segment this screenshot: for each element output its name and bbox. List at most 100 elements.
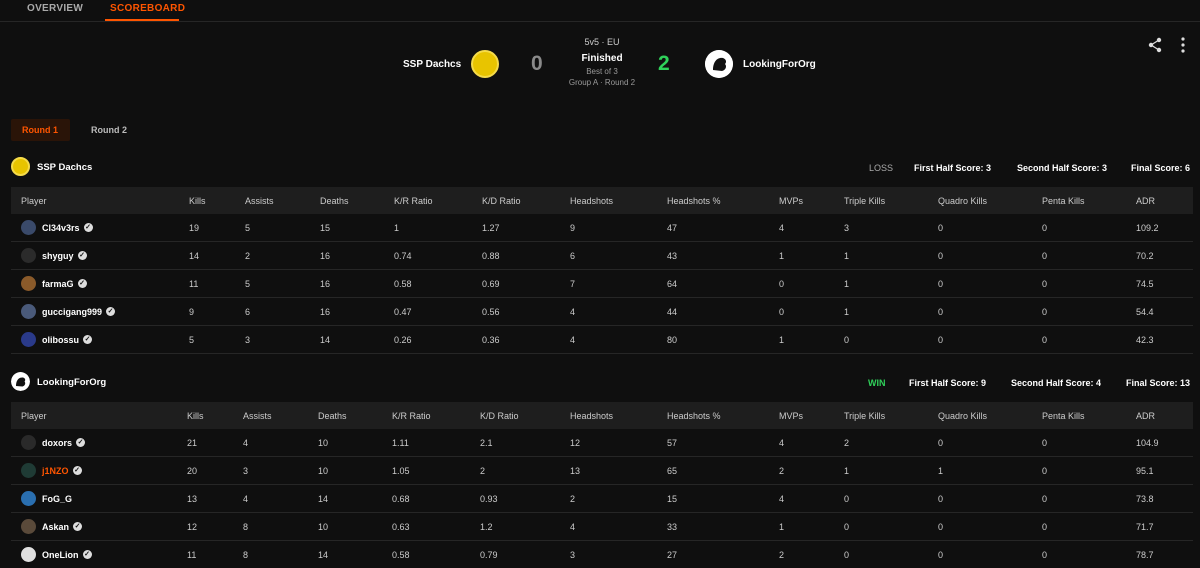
team2-score: 2 — [658, 52, 670, 75]
avatar[interactable] — [21, 519, 36, 534]
team1-stats-table: Player Kills Assists Deaths K/R Ratio K/… — [11, 187, 1193, 354]
stat-cell: 0.36 — [482, 334, 500, 345]
column-header[interactable]: ADR — [1126, 187, 1193, 214]
column-header[interactable]: Headshots — [560, 402, 657, 429]
player-name[interactable]: doxors — [42, 438, 72, 448]
column-header[interactable]: Penta Kills — [1032, 402, 1126, 429]
stat-cell: 0.88 — [482, 250, 500, 261]
stat-cell: 0.63 — [392, 521, 410, 532]
player-cell: Askan ✓ — [11, 513, 177, 540]
column-header[interactable]: Player — [11, 402, 177, 429]
player-name[interactable]: OneLion — [42, 550, 79, 560]
match-stage: Group A · Round 2 — [568, 78, 636, 87]
team2-title[interactable]: LookingForOrg — [37, 377, 106, 388]
player-name[interactable]: j1NZO — [42, 466, 69, 476]
player-name[interactable]: shyguy — [42, 251, 74, 261]
stat-cell: 4 — [243, 437, 249, 448]
column-header[interactable]: K/D Ratio — [472, 187, 560, 214]
player-name[interactable]: Askan — [42, 522, 69, 532]
tab-round-1[interactable]: Round 1 — [11, 119, 70, 141]
stat-cell: 1.2 — [480, 521, 493, 532]
table-row: guccigang999 ✓ 9 6 16 0.47 0.56 4 44 0 1 0 0 54.4 — [11, 298, 1193, 326]
avatar[interactable] — [21, 491, 36, 506]
team1-score: 0 — [531, 52, 543, 75]
player-name[interactable]: FoG_G — [42, 494, 72, 504]
column-header[interactable]: Quadro Kills — [928, 187, 1032, 214]
stat-cell: 80 — [667, 334, 678, 345]
team1-name[interactable]: SSP Dachcs — [403, 59, 461, 70]
column-header[interactable]: MVPs — [769, 402, 834, 429]
avatar[interactable] — [21, 248, 36, 263]
stat-cell: 1 — [844, 250, 850, 261]
column-header[interactable]: Kills — [177, 402, 233, 429]
stat-cell: 0.58 — [394, 278, 412, 289]
column-header[interactable]: ADR — [1126, 402, 1193, 429]
team2-header: LookingForOrg WIN First Half Score: 9 Se… — [0, 372, 1200, 392]
avatar[interactable] — [21, 463, 36, 478]
column-header[interactable]: Deaths — [310, 187, 384, 214]
tab-overview[interactable]: OVERVIEW — [27, 3, 83, 14]
stat-cell: 5 — [245, 278, 251, 289]
column-header[interactable]: Deaths — [308, 402, 382, 429]
stat-cell: 1.27 — [482, 222, 500, 233]
share-icon[interactable] — [1146, 36, 1164, 54]
stat-cell: 4 — [570, 306, 576, 317]
avatar[interactable] — [21, 276, 36, 291]
stat-cell: 0 — [1042, 334, 1048, 345]
stat-cell: 12 — [570, 437, 581, 448]
avatar[interactable] — [21, 332, 36, 347]
stat-cell: 71.7 — [1136, 521, 1154, 532]
tab-scoreboard[interactable]: SCOREBOARD — [110, 3, 185, 14]
column-header[interactable]: Headshots % — [657, 402, 769, 429]
column-header[interactable]: Penta Kills — [1032, 187, 1126, 214]
player-cell: j1NZO ✓ — [11, 457, 177, 484]
avatar[interactable] — [21, 547, 36, 562]
player-name[interactable]: guccigang999 — [42, 307, 102, 317]
stat-cell: 11 — [189, 278, 199, 289]
column-header[interactable]: MVPs — [769, 187, 834, 214]
stat-cell: 1 — [844, 465, 850, 476]
stat-cell: 0 — [844, 334, 850, 345]
team2-logo[interactable] — [705, 50, 733, 78]
column-header[interactable]: Triple Kills — [834, 402, 928, 429]
active-tab-indicator — [105, 19, 179, 21]
match-format: 5v5 · EU — [584, 37, 620, 47]
column-header[interactable]: Headshots % — [657, 187, 769, 214]
avatar[interactable] — [21, 220, 36, 235]
column-header[interactable]: K/R Ratio — [382, 402, 470, 429]
avatar[interactable] — [21, 304, 36, 319]
column-header[interactable]: Assists — [233, 402, 308, 429]
stat-cell: 9 — [189, 306, 195, 317]
column-header[interactable]: Quadro Kills — [928, 402, 1032, 429]
avatar[interactable] — [21, 435, 36, 450]
stat-cell: 0 — [844, 549, 850, 560]
more-vertical-icon[interactable] — [1176, 36, 1190, 54]
stat-cell: 4 — [243, 493, 249, 504]
column-header[interactable]: Triple Kills — [834, 187, 928, 214]
column-header[interactable]: Headshots — [560, 187, 657, 214]
column-header[interactable]: K/D Ratio — [470, 402, 560, 429]
team1-title[interactable]: SSP Dachcs — [37, 162, 92, 173]
team2-name[interactable]: LookingForOrg — [743, 59, 816, 70]
column-header[interactable]: Assists — [235, 187, 310, 214]
stat-cell: 0.93 — [480, 493, 498, 504]
team2-logo-small — [11, 372, 30, 391]
column-header[interactable]: Player — [11, 187, 179, 214]
column-header[interactable]: Kills — [179, 187, 235, 214]
stat-cell: 6 — [245, 306, 251, 317]
stat-cell: 57 — [667, 437, 678, 448]
column-header[interactable]: K/R Ratio — [384, 187, 472, 214]
player-name[interactable]: farmaG — [42, 279, 74, 289]
stat-cell: 0 — [844, 521, 850, 532]
stat-cell: 0 — [1042, 549, 1048, 560]
stat-cell: 0 — [938, 493, 944, 504]
stat-cell: 14 — [318, 493, 329, 504]
stat-cell: 0 — [1042, 250, 1048, 261]
player-name[interactable]: olibossu — [42, 335, 79, 345]
stat-cell: 2 — [779, 549, 785, 560]
stat-cell: 14 — [320, 334, 331, 345]
stat-cell: 44 — [667, 306, 678, 317]
player-name[interactable]: Cl34v3rs — [42, 223, 80, 233]
tab-round-2[interactable]: Round 2 — [80, 119, 138, 141]
team1-logo[interactable] — [471, 50, 499, 78]
